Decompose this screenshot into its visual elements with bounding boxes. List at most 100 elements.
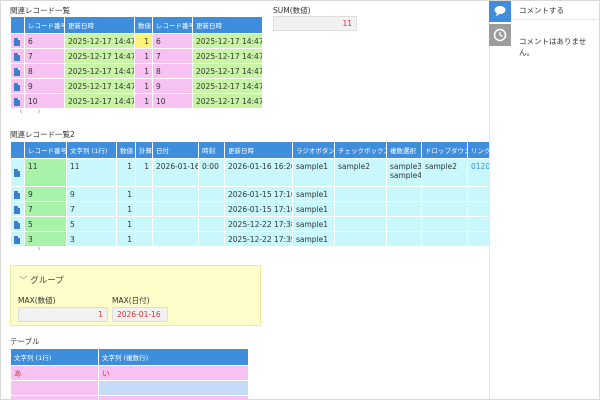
subtable-cell: あ [10,365,99,381]
table-row[interactable]: 7 2025-12-17 14:47 1 7 2025-12-17 14:47 [10,48,263,64]
record-link[interactable] [10,78,25,94]
subtable: 文字列 (1行) 文字列 (複数行) あ い [10,348,249,400]
related1-header: レコード番号 [152,16,193,34]
record-link[interactable] [10,201,25,217]
record-link[interactable] [10,186,25,202]
table-row[interactable]: 8 2025-12-17 14:47 1 8 2025-12-17 14:47 [10,63,263,79]
table-row[interactable]: 11 11 1 1 2026-01-16 0:00 2026-01-16 16:26 samp… [10,158,489,187]
record-link[interactable] [10,158,25,187]
table-row[interactable]: 6 2025-12-17 14:47 1 6 2025-12-17 14:47 [10,33,263,49]
related2-cell[interactable] [467,216,489,232]
record-link[interactable] [10,63,25,79]
related2-header: 複数選択 [386,141,422,159]
related1-header: レコード番号 [24,16,65,34]
subtable-cell [98,395,249,400]
table-row[interactable]: 9 9 1 2026-01-15 17:16 sample1 [10,186,489,202]
subtable-cell [10,380,99,396]
subtable-header: 文字列 (複数行) [98,348,249,366]
related1-header [10,16,25,34]
sum-label: SUM(数値) [273,6,311,15]
related1-table: レコード番号 更新日時 数値 レコード番号 更新日時 6 2025-12-17 1… [10,16,263,109]
related2-cell [198,231,225,247]
comment-title[interactable]: コメントする [519,5,564,16]
related1-cell: 2025-12-17 14:47 [64,63,135,79]
table-row [10,380,249,396]
related2-cell: 2026-01-15 17:16 [224,186,293,202]
record-link[interactable] [10,216,25,232]
related2-header: ドロップダウン [421,141,468,159]
related1-cell: 7 [152,48,193,64]
related2-cell[interactable] [467,186,489,202]
related2-cell[interactable] [467,201,489,217]
related2-header: 文字列 (1行) [66,141,117,159]
document-icon [14,82,20,91]
related2-cell [198,216,225,232]
comment-tab[interactable] [489,0,511,22]
record-link[interactable] [10,231,25,247]
related2-cell [135,231,153,247]
related2-cell: sample1 [292,158,335,187]
table-row[interactable]: 9 2025-12-17 14:47 1 9 2025-12-17 14:47 [10,78,263,94]
related2-cell: 2025-12-22 17:39 [224,231,293,247]
table-title: テーブル [10,337,40,346]
record-detail: 関連レコード一覧 レコード番号 更新日時 数値 レコード番号 更新日時 6 202… [0,0,489,400]
related2-cell [135,186,153,202]
related2-header: レコード番号 [24,141,67,159]
related2-cell: 2026-01-15 17:10 [224,201,293,217]
related2-cell: 1 [116,158,136,187]
related2-cell: 5 [24,216,67,232]
table-row[interactable]: 3 3 1 2025-12-22 17:39 sample1 [10,231,489,247]
related1-cell: 9 [24,78,65,94]
table-row[interactable]: 5 5 1 2025-12-22 17:38 sample1 [10,216,489,232]
divider [511,19,600,20]
table-row[interactable]: 7 7 1 2026-01-15 17:10 sample1 [10,201,489,217]
related2-cell: 1 [116,201,136,217]
phone-link[interactable]: 0120-123456 [471,162,489,171]
related2-cell: sample1 [292,186,335,202]
record-link[interactable] [10,33,25,49]
related2-pager: › [30,244,48,254]
related2-cell[interactable]: 0120-123456 [467,158,489,187]
next-page-button[interactable]: › [30,107,48,117]
related2-cell: sample1 [292,216,335,232]
related2-header [10,141,25,159]
next-page-button[interactable]: › [30,244,48,254]
related2-cell [386,216,422,232]
subtable-cell [98,380,249,396]
prev-page-button[interactable]: ‹ [12,107,30,117]
related1-cell: 2025-12-17 14:47 [192,33,263,49]
related2-cell[interactable] [467,231,489,247]
comment-panel [489,0,600,400]
related2-table: レコード番号 文字列 (1行) 数値 計算 日付 時刻 更新日時 ラジオボタン チェックボックス… [10,141,489,247]
related1-cell: 2025-12-17 14:47 [64,78,135,94]
related2-header: 時刻 [198,141,225,159]
related2-cell [421,231,468,247]
table-row [10,395,249,400]
related2-cell: 7 [24,201,67,217]
related1-cell: 2025-12-17 14:47 [192,48,263,64]
related2-cell: 7 [66,201,117,217]
related1-header: 更新日時 [192,16,263,34]
document-icon [14,205,20,214]
subtable-cell: い [98,365,249,381]
table-row[interactable]: 10 2025-12-17 14:47 1 10 2025-12-17 14:47 [10,93,263,109]
related2-cell [421,216,468,232]
related1-cell: 8 [24,63,65,79]
related2-cell [198,201,225,217]
related2-cell: 3 [66,231,117,247]
related2-title: 関連レコード一覧2 [10,130,75,139]
related2-header: 更新日時 [224,141,293,159]
related2-header: ラジオボタン [292,141,335,159]
record-link[interactable] [10,48,25,64]
history-tab[interactable] [489,24,511,46]
max-num-value: 1 [18,307,108,322]
group-section: ﹀ グループ MAX(数値) 1 MAX(日付) 2026-01-16 [10,265,261,326]
document-icon [14,97,20,106]
group-header[interactable]: ﹀ グループ [19,274,64,286]
related1-cell: 1 [134,63,153,79]
related2-header: チェックボックス [334,141,387,159]
related1-cell: 6 [152,33,193,49]
related2-cell: 2026-01-16 [152,158,199,187]
related1-title: 関連レコード一覧 [10,6,70,15]
related2-cell: sample2 [334,158,387,187]
